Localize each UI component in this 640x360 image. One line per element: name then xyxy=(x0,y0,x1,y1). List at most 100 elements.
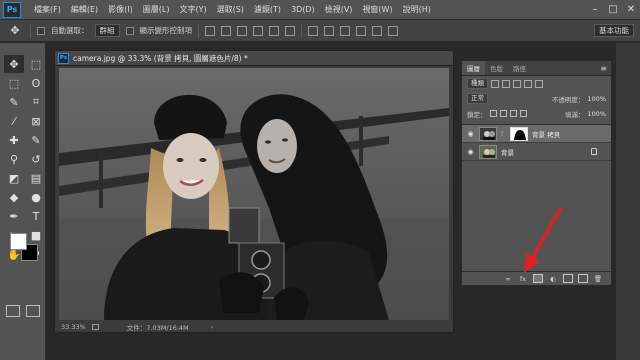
menu-items: 檔案(F) 編輯(E) 影像(I) 圖層(L) 文字(Y) 選取(S) 濾鏡(T) 3D(D)… xyxy=(29,0,436,20)
gradient-tool-icon[interactable]: ▤ xyxy=(26,169,46,187)
menu-item[interactable]: 圖層(L) xyxy=(138,0,175,20)
marquee-tool-icon[interactable]: ⬚ xyxy=(4,74,24,92)
lasso-tool-icon[interactable]: ʘ xyxy=(26,74,46,92)
panel-menu-icon[interactable]: ≡ xyxy=(600,64,607,73)
filter-smart-object-icon[interactable] xyxy=(535,79,543,88)
align-middle-icon[interactable] xyxy=(221,25,231,36)
blur-tool-icon[interactable]: ◆ xyxy=(4,188,24,206)
add-mask-icon[interactable] xyxy=(533,274,543,283)
distribute-left-icon[interactable] xyxy=(356,25,366,36)
mask-link-icon[interactable]: ⁞ xyxy=(501,130,506,138)
menu-item[interactable]: 檔案(F) xyxy=(29,0,66,20)
history-brush-icon[interactable]: ↺ xyxy=(26,150,46,168)
export-icon[interactable] xyxy=(91,324,99,330)
quick-mask-icon[interactable] xyxy=(6,305,20,317)
pen-tool-icon[interactable]: ✒ xyxy=(4,207,24,225)
move-tool-icon[interactable]: ✥ xyxy=(4,55,24,73)
fill-value[interactable]: 100% xyxy=(587,110,606,118)
fill-label: 填滿： xyxy=(564,110,585,119)
new-layer-icon[interactable] xyxy=(578,274,588,283)
lock-transparent-icon[interactable] xyxy=(489,110,497,117)
distribute-center-icon[interactable] xyxy=(372,25,382,36)
canvas-image xyxy=(59,68,449,320)
group-icon[interactable] xyxy=(563,274,573,283)
eraser-tool-icon[interactable]: ◩ xyxy=(4,169,24,187)
menu-item[interactable]: 編輯(E) xyxy=(66,0,103,20)
layer-row-background[interactable]: ◉ 背景 xyxy=(462,143,611,161)
options-bar: ✥ 自動選取： 群組 顯示變形控制項 基本功能 xyxy=(0,20,640,42)
menu-item[interactable]: 選取(S) xyxy=(212,0,249,20)
lock-all-icon[interactable] xyxy=(519,110,527,117)
zoom-level[interactable]: 33.33% xyxy=(61,323,86,331)
eye-icon[interactable]: ◉ xyxy=(466,147,475,156)
opacity-label: 不透明度： xyxy=(551,95,585,104)
workspace-dropdown[interactable]: 基本功能 xyxy=(594,24,634,37)
quick-select-tool-icon[interactable]: ✎ xyxy=(4,93,24,111)
filter-type-icon[interactable] xyxy=(513,79,521,88)
lock-row: 鎖定： 填滿： 100% xyxy=(462,106,611,121)
screen-mode-icon[interactable] xyxy=(26,305,40,317)
auto-select-dropdown[interactable]: 群組 xyxy=(94,24,120,37)
foreground-color[interactable] xyxy=(10,233,27,250)
align-top-icon[interactable] xyxy=(205,25,215,36)
type-tool-icon[interactable]: T xyxy=(26,207,46,225)
close-button[interactable]: ✕ xyxy=(622,0,640,20)
menu-item[interactable]: 視窗(W) xyxy=(357,0,397,20)
transform-controls-checkbox[interactable] xyxy=(125,26,134,35)
opacity-value[interactable]: 100% xyxy=(587,95,606,103)
brush-tool-icon[interactable]: ✎ xyxy=(26,131,46,149)
minimize-button[interactable]: – xyxy=(586,0,604,20)
maximize-button[interactable]: □ xyxy=(604,0,622,20)
document-tab[interactable]: Ps camera.jpg @ 33.3% (背景 拷貝, 圖層遮色片/8) * xyxy=(55,51,453,66)
align-center-icon[interactable] xyxy=(269,25,279,36)
menu-item[interactable]: 3D(D) xyxy=(286,0,320,20)
filter-kind-dropdown[interactable]: 種類 xyxy=(467,78,488,89)
canvas[interactable] xyxy=(59,68,449,320)
distribute-top-icon[interactable] xyxy=(308,25,318,36)
clone-stamp-icon[interactable]: ⚲ xyxy=(4,150,24,168)
layer-mask-thumbnail[interactable] xyxy=(510,126,528,141)
align-left-icon[interactable] xyxy=(253,25,263,36)
lock-position-icon[interactable] xyxy=(509,110,517,117)
move-tool-preset-icon[interactable]: ✥ xyxy=(6,23,24,39)
tab-channels[interactable]: 色版 xyxy=(485,61,508,75)
lock-image-icon[interactable] xyxy=(499,110,507,117)
auto-select-checkbox[interactable] xyxy=(37,26,45,35)
tab-paths[interactable]: 路徑 xyxy=(508,61,531,75)
eye-icon[interactable]: ◉ xyxy=(466,129,475,138)
distribute-right-icon[interactable] xyxy=(388,25,398,36)
menu-bar: Ps 檔案(F) 編輯(E) 影像(I) 圖層(L) 文字(Y) 選取(S) 濾鏡(T) 3D… xyxy=(0,0,640,20)
trash-icon[interactable]: 🗑 xyxy=(593,274,603,283)
filter-shape-icon[interactable] xyxy=(524,79,532,88)
lock-icon xyxy=(591,148,597,155)
dodge-tool-icon[interactable]: ● xyxy=(26,188,46,206)
artboard-tool-icon[interactable]: ⬚ xyxy=(26,55,46,73)
eyedropper-tool-icon[interactable]: ⁄ xyxy=(4,112,24,130)
menu-item[interactable]: 文字(Y) xyxy=(174,0,211,20)
distribute-middle-icon[interactable] xyxy=(324,25,334,36)
menu-item[interactable]: 說明(H) xyxy=(398,0,436,20)
layers-panel-tabs: 圖層 色版 路徑 ≡ xyxy=(462,61,611,76)
link-layers-icon[interactable]: ∞ xyxy=(503,274,513,283)
document-size: 文件：7.03M/16.4M xyxy=(126,324,189,332)
filter-adjustment-icon[interactable] xyxy=(502,79,510,88)
status-menu-arrow[interactable]: › xyxy=(211,323,214,331)
healing-brush-icon[interactable]: ✚ xyxy=(4,131,24,149)
lock-label: 鎖定： xyxy=(467,110,487,119)
tab-layers[interactable]: 圖層 xyxy=(462,61,485,75)
crop-tool-icon[interactable]: ⌗ xyxy=(26,93,46,111)
frame-tool-icon[interactable]: ⊠ xyxy=(26,112,46,130)
fx-icon[interactable]: fx xyxy=(518,274,528,283)
blend-mode-dropdown[interactable]: 正常 xyxy=(467,93,488,104)
menu-item[interactable]: 濾鏡(T) xyxy=(249,0,286,20)
adjustment-icon[interactable]: ◐ xyxy=(548,274,558,283)
document-window: Ps camera.jpg @ 33.3% (背景 拷貝, 圖層遮色片/8) * xyxy=(54,50,454,333)
menu-item[interactable]: 檢視(V) xyxy=(320,0,358,20)
align-bottom-icon[interactable] xyxy=(237,25,247,36)
align-right-icon[interactable] xyxy=(285,25,295,36)
distribute-bottom-icon[interactable] xyxy=(340,25,350,36)
menu-item[interactable]: 影像(I) xyxy=(103,0,138,20)
filter-pixel-icon[interactable] xyxy=(491,79,499,88)
layer-row-background-copy[interactable]: ◉ ⁞ 背景 拷貝 xyxy=(462,125,611,143)
layer-list: ◉ ⁞ 背景 拷貝 ◉ 背景 xyxy=(462,124,611,161)
